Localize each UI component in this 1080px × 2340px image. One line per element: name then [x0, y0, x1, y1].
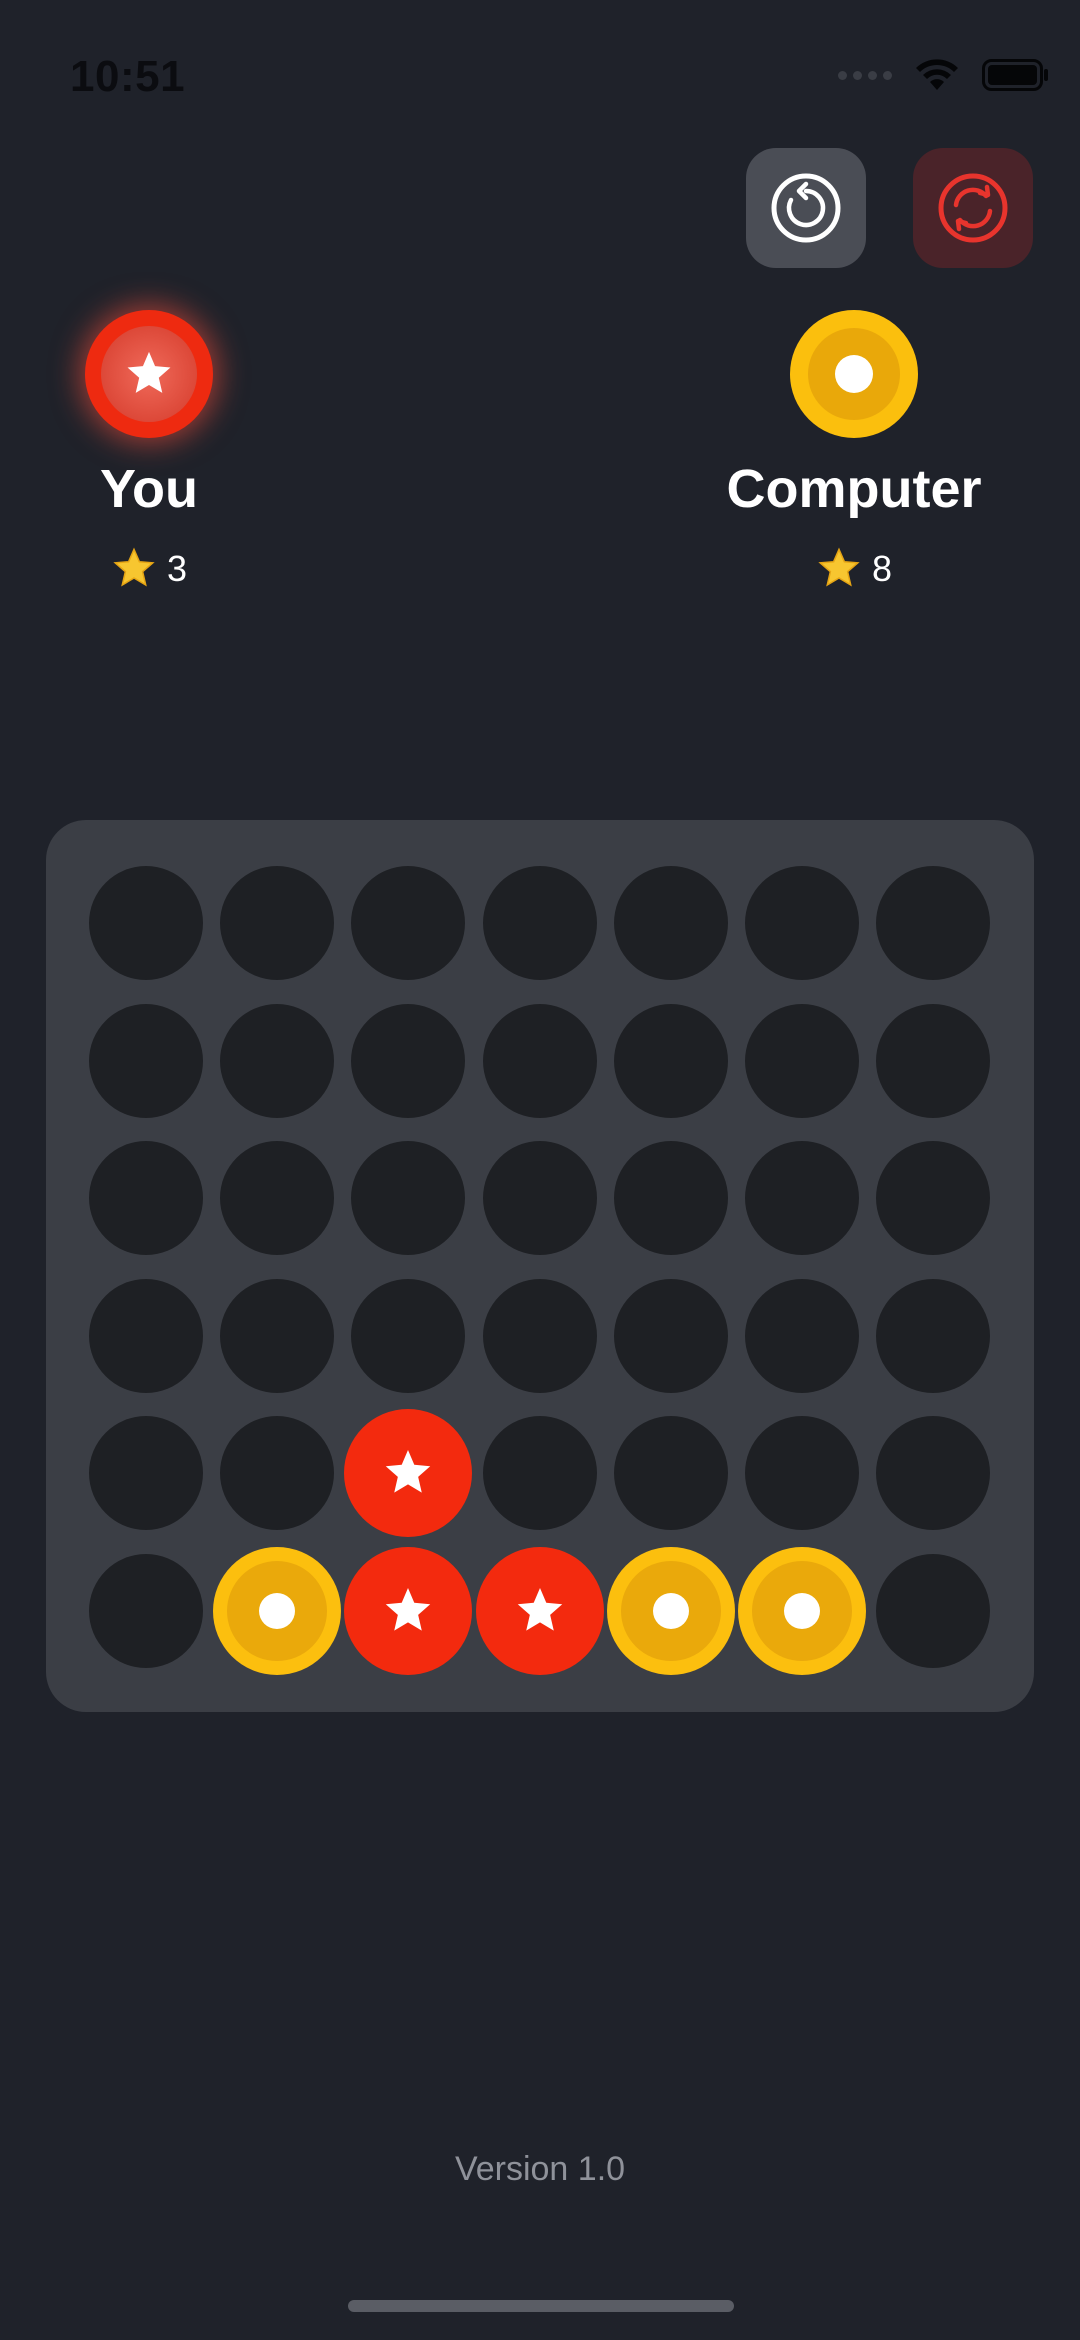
board-cell-empty[interactable]	[482, 1141, 597, 1256]
board-cell-red[interactable]	[344, 1409, 473, 1538]
board-cell-empty[interactable]	[876, 1141, 991, 1256]
board-cell-empty[interactable]	[613, 1278, 728, 1393]
board-cell-red[interactable]	[344, 1547, 473, 1675]
board-cell-empty[interactable]	[351, 1141, 466, 1256]
board-cell-yellow[interactable]	[213, 1547, 342, 1675]
board-cell-empty[interactable]	[220, 1003, 335, 1118]
undo-icon	[771, 173, 841, 243]
restart-button[interactable]	[913, 148, 1033, 268]
board-cell-empty[interactable]	[89, 1141, 203, 1256]
yellow-token-dot	[652, 1593, 689, 1629]
board-cell-empty[interactable]	[220, 1278, 335, 1393]
player-you: You 3	[0, 310, 298, 592]
board-cell-empty[interactable]	[482, 1003, 597, 1118]
board-cell-empty[interactable]	[351, 866, 466, 980]
board-cell-empty[interactable]	[89, 1003, 203, 1118]
player-you-score: 3	[0, 546, 298, 592]
yellow-token-ring	[752, 1561, 852, 1661]
cellular-signal-icon	[838, 70, 892, 80]
board-cell-empty[interactable]	[876, 1416, 991, 1531]
player-computer-score-value: 8	[871, 548, 893, 589]
board-cell-empty[interactable]	[613, 1141, 728, 1256]
version-label: Version 1.0	[454, 2150, 626, 2188]
status-icons	[838, 58, 1050, 92]
board-cell-red[interactable]	[475, 1547, 604, 1675]
player-computer: Computer 8	[704, 310, 1004, 592]
board-cell-empty[interactable]	[876, 1554, 991, 1668]
board-cell-yellow[interactable]	[606, 1547, 735, 1675]
board-cell-empty[interactable]	[482, 866, 597, 980]
yellow-token-dot	[259, 1593, 296, 1629]
player-you-token	[85, 310, 213, 438]
board-cell-empty[interactable]	[89, 866, 203, 980]
player-you-name: You	[100, 459, 198, 519]
board-cell-empty[interactable]	[482, 1278, 597, 1393]
board-cell-empty[interactable]	[351, 1278, 466, 1393]
yellow-token-ring	[620, 1561, 721, 1661]
board-cell-empty[interactable]	[745, 1416, 859, 1531]
board-cell-empty[interactable]	[220, 1416, 335, 1531]
restart-icon	[938, 173, 1008, 243]
board-cell-empty[interactable]	[745, 1278, 859, 1393]
wifi-icon	[916, 59, 958, 90]
home-indicator	[348, 2300, 734, 2312]
board-cell-empty[interactable]	[220, 866, 335, 980]
star-icon	[517, 1588, 562, 1631]
player-you-score-value: 3	[166, 548, 188, 589]
board-cell-empty[interactable]	[220, 1141, 335, 1256]
board-cell-empty[interactable]	[613, 1003, 728, 1118]
undo-button[interactable]	[746, 148, 866, 268]
player-computer-token	[790, 310, 918, 438]
yellow-token-ring	[227, 1561, 328, 1661]
yellow-token-dot	[784, 1593, 820, 1629]
player-computer-name: Computer	[726, 459, 982, 519]
star-icon	[386, 1450, 431, 1493]
star-icon	[127, 351, 171, 393]
star-score-icon	[113, 547, 155, 587]
board-cell-empty[interactable]	[89, 1278, 203, 1393]
board-cell-empty[interactable]	[745, 866, 859, 980]
board-cell-empty[interactable]	[876, 1003, 991, 1118]
board-cell-empty[interactable]	[351, 1003, 466, 1118]
board-cell-empty[interactable]	[745, 1141, 859, 1256]
board-cell-empty[interactable]	[876, 866, 991, 980]
player-computer-score: 8	[704, 546, 1004, 592]
board-cell-empty[interactable]	[482, 1416, 597, 1531]
battery-icon	[982, 59, 1048, 91]
status-time: 10:51	[70, 52, 186, 101]
board-cell-empty[interactable]	[89, 1416, 203, 1531]
star-score-icon	[818, 547, 860, 587]
board-cell-empty[interactable]	[613, 1416, 728, 1531]
board-cell-empty[interactable]	[89, 1554, 203, 1668]
board-cell-empty[interactable]	[876, 1278, 991, 1393]
star-icon	[386, 1588, 431, 1631]
board-cell-empty[interactable]	[613, 866, 728, 980]
board-cell-empty[interactable]	[745, 1003, 859, 1118]
board-cell-yellow[interactable]	[738, 1547, 866, 1675]
game-board	[46, 820, 1034, 1712]
